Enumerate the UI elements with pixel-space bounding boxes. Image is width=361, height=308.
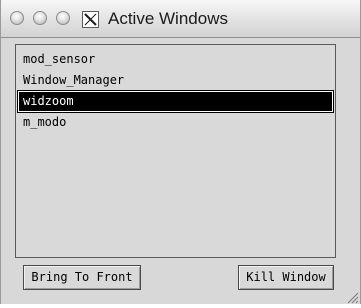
x11-icon [82,11,99,28]
active-windows-window: Active Windows mod_sensor Window_Manager… [0,0,361,304]
bring-to-front-button[interactable]: Bring To Front [23,265,141,290]
list-item[interactable]: Window_Manager [18,70,333,91]
close-button[interactable] [10,11,24,25]
list-item[interactable]: m_modo [18,112,333,133]
window-list[interactable]: mod_sensor Window_Manager widzoom m_modo [15,44,336,258]
zoom-button[interactable] [56,11,70,25]
resize-grip-icon[interactable] [345,289,359,304]
window-title: Active Windows [108,9,228,28]
list-item[interactable]: mod_sensor [18,49,333,70]
kill-window-button[interactable]: Kill Window [238,265,334,290]
list-item-selected[interactable]: widzoom [17,90,334,113]
title-bar[interactable]: Active Windows [1,0,360,38]
minimize-button[interactable] [33,11,47,25]
